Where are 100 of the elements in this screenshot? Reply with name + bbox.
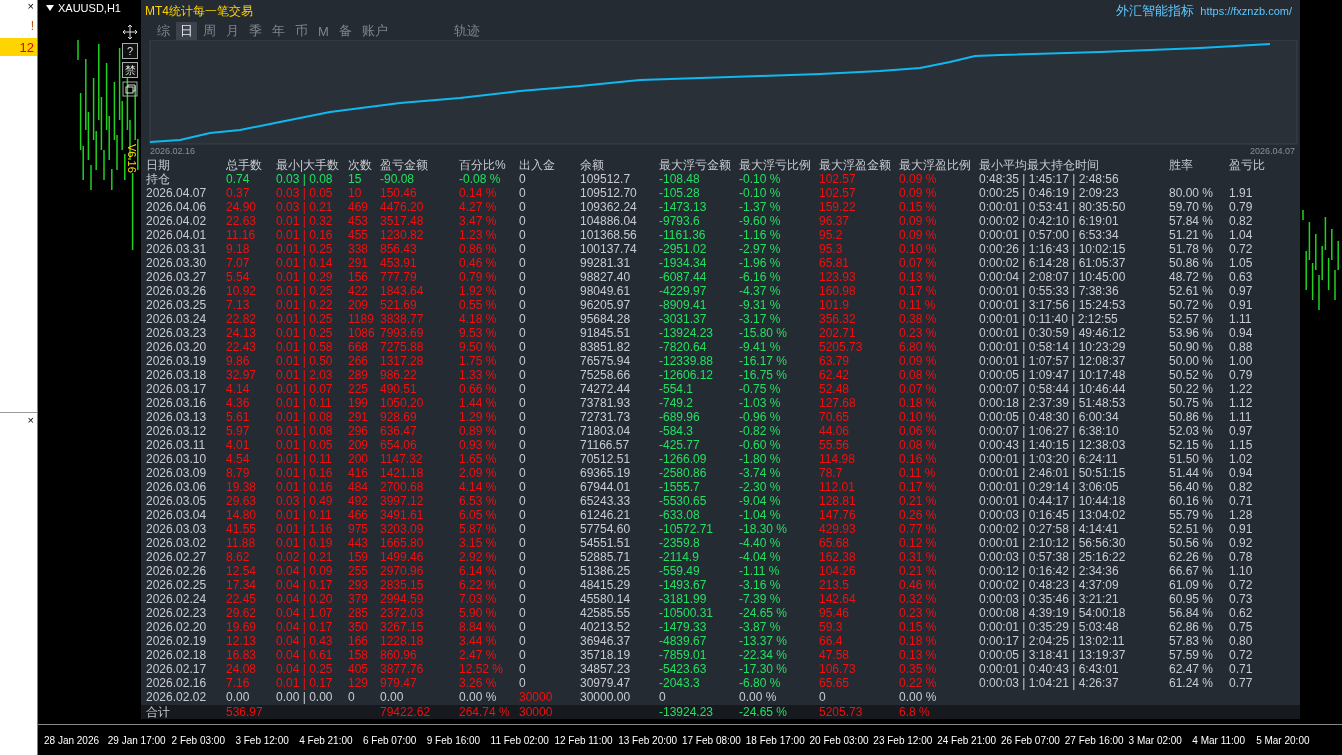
table-cell-text: 0 bbox=[519, 284, 527, 298]
table-cell-text: 50.00 % bbox=[1169, 354, 1215, 368]
tab[interactable]: 月 bbox=[222, 22, 243, 40]
table-cell-text: 356.32 bbox=[819, 312, 857, 326]
table-cell-text: 0.26 % bbox=[899, 508, 938, 522]
table-cell-text: -108.48 bbox=[659, 172, 701, 186]
table-cell-text: 2026.02.24 bbox=[146, 592, 208, 606]
table-cell-text: 1.04 bbox=[1229, 228, 1254, 242]
table-cell-text: 0.04 | 1.07 bbox=[276, 606, 334, 620]
table-cell-text: 2026.03.04 bbox=[146, 508, 208, 522]
table-cell-text: 0.01 | 0.25 bbox=[276, 326, 334, 340]
toolbar-button[interactable]: 禁 bbox=[122, 62, 138, 78]
table-cell-text: 422 bbox=[348, 284, 370, 298]
table-cell-text: 0.04 | 0.25 bbox=[276, 662, 334, 676]
table-cell-text: 5.97 bbox=[226, 424, 251, 438]
list-row[interactable]: 12 bbox=[0, 38, 37, 56]
time-axis-label: 5 Mar 20:00 bbox=[1256, 734, 1311, 746]
table-cell-text: 78.7 bbox=[819, 466, 844, 480]
table-cell-text: 0.89 % bbox=[459, 424, 498, 438]
time-axis-label: 18 Feb 17:00 bbox=[745, 734, 806, 746]
tab[interactable]: 账户 bbox=[357, 22, 392, 40]
tab[interactable]: 轨迹 bbox=[449, 22, 484, 40]
table-cell-text: 0 bbox=[519, 410, 527, 424]
tab[interactable]: M bbox=[314, 22, 333, 40]
website-link[interactable]: https://fxznzb.com/ bbox=[1200, 5, 1292, 17]
tab[interactable]: 综 bbox=[153, 22, 174, 40]
table-cell-text: -2359.8 bbox=[659, 536, 701, 550]
table-cell-text: 490.51 bbox=[380, 382, 418, 396]
tab[interactable]: 季 bbox=[245, 22, 266, 40]
table-cell-text: 0 bbox=[519, 620, 527, 634]
list-row[interactable]: ! bbox=[0, 18, 37, 34]
table-cell-text: 0.01 | 0.50 bbox=[276, 354, 334, 368]
table-cell-text: 35718.19 bbox=[580, 648, 632, 662]
table-cell-text: 2026.03.10 bbox=[146, 452, 208, 466]
table-cell-text: 0.03 | 0.49 bbox=[276, 494, 334, 508]
table-cell-text: 160.98 bbox=[819, 284, 857, 298]
table-cell-text: 2026.02.02 bbox=[146, 690, 208, 704]
dropdown-triangle-icon[interactable] bbox=[46, 5, 54, 11]
table-cell-text: 96205.97 bbox=[580, 298, 632, 312]
table-cell-text: 0.66 % bbox=[459, 382, 498, 396]
table-cell-text: 2026.02.19 bbox=[146, 634, 208, 648]
tab[interactable]: 备 bbox=[334, 22, 356, 40]
table-cell-text: 9.18 bbox=[226, 242, 251, 256]
table-cell-text: 416 bbox=[348, 466, 370, 480]
column-header: 最小|大手数 bbox=[276, 158, 341, 172]
restore-window-icon[interactable] bbox=[122, 81, 138, 97]
table-cell-text: 1189 bbox=[348, 312, 375, 326]
table-cell-text: 0.79 bbox=[1229, 368, 1254, 382]
tab[interactable]: 日 bbox=[176, 22, 197, 40]
chart-start-date: 2026.02.16 bbox=[150, 146, 196, 156]
table-cell-text: 2026.03.26 bbox=[146, 284, 208, 298]
table-cell-text: 0.10 % bbox=[899, 242, 938, 256]
table-cell-text: 0 bbox=[519, 452, 527, 466]
table-cell-text: 8.79 bbox=[226, 466, 251, 480]
table-cell-text: 106.73 bbox=[819, 662, 857, 676]
table-cell-text: 60.95 % bbox=[1169, 592, 1215, 606]
table-cell-text: 0.13 % bbox=[899, 648, 938, 662]
table-cell-text: -8909.41 bbox=[659, 298, 708, 312]
table-cell-text: -7820.64 bbox=[659, 340, 708, 354]
close-button[interactable]: × bbox=[0, 412, 37, 427]
tab[interactable]: 年 bbox=[268, 22, 289, 40]
table-cell-text: 0:00:07 | 0:58:44 | 10:46:44 bbox=[979, 382, 1127, 396]
table-cell-text: 48.72 % bbox=[1169, 270, 1215, 284]
table-cell-text: 30000 bbox=[519, 705, 554, 719]
table-cell-text: 1.75 % bbox=[459, 354, 498, 368]
table-cell-text: 22.43 bbox=[226, 340, 258, 354]
table-cell-text: 2026.03.13 bbox=[146, 410, 208, 424]
table-cell-text: 0.37 bbox=[226, 186, 251, 200]
table-cell-text: 0.01 | 0.22 bbox=[276, 298, 334, 312]
table-cell-text: 0.03 | 0.05 bbox=[276, 186, 334, 200]
table-cell-text: 0:00:17 | 2:04:25 | 13:02:11 bbox=[979, 634, 1126, 648]
table-cell-text: 0:00:03 | 0:35:46 | 3:21:21 bbox=[979, 592, 1120, 606]
table-cell-text: 123.93 bbox=[819, 270, 857, 284]
table-cell-text: -6.80 % bbox=[739, 676, 782, 690]
table-cell-text: 1.05 bbox=[1229, 256, 1254, 270]
table-cell-text: 469 bbox=[348, 200, 370, 214]
table-cell-text: 0.38 % bbox=[899, 312, 938, 326]
table-cell-text: 0.06 % bbox=[899, 424, 938, 438]
table-cell-text: 42585.55 bbox=[580, 606, 632, 620]
toolbar-button[interactable]: ? bbox=[122, 43, 138, 59]
table-cell-text: 109512.7 bbox=[580, 172, 632, 186]
table-cell-text: 0.01 | 0.58 bbox=[276, 340, 334, 354]
table-cell-text: 0.86 % bbox=[459, 242, 498, 256]
table-cell-text: -633.08 bbox=[659, 508, 701, 522]
table-cell-text: 74272.44 bbox=[580, 382, 632, 396]
table-cell-text: -1493.67 bbox=[659, 578, 708, 592]
tab[interactable]: 周 bbox=[199, 22, 220, 40]
close-button[interactable]: × bbox=[0, 0, 37, 12]
column-header: 日期 bbox=[146, 158, 171, 172]
table-cell-text: 0 bbox=[519, 438, 527, 452]
table-cell-text: 0.82 bbox=[1229, 214, 1254, 228]
table-cell-text: 3.26 % bbox=[459, 676, 498, 690]
tab[interactable]: 币 bbox=[291, 22, 312, 40]
table-cell-text: 14.80 bbox=[226, 508, 258, 522]
time-axis-label: 28 Jan 2026 bbox=[44, 734, 101, 746]
table-cell-text: 0 bbox=[519, 172, 527, 186]
move-arrows-icon[interactable] bbox=[122, 24, 138, 40]
table-cell-text: 52.51 % bbox=[1169, 522, 1215, 536]
table-cell-text: 3.44 % bbox=[459, 634, 498, 648]
table-cell-text: 0 bbox=[519, 424, 527, 438]
